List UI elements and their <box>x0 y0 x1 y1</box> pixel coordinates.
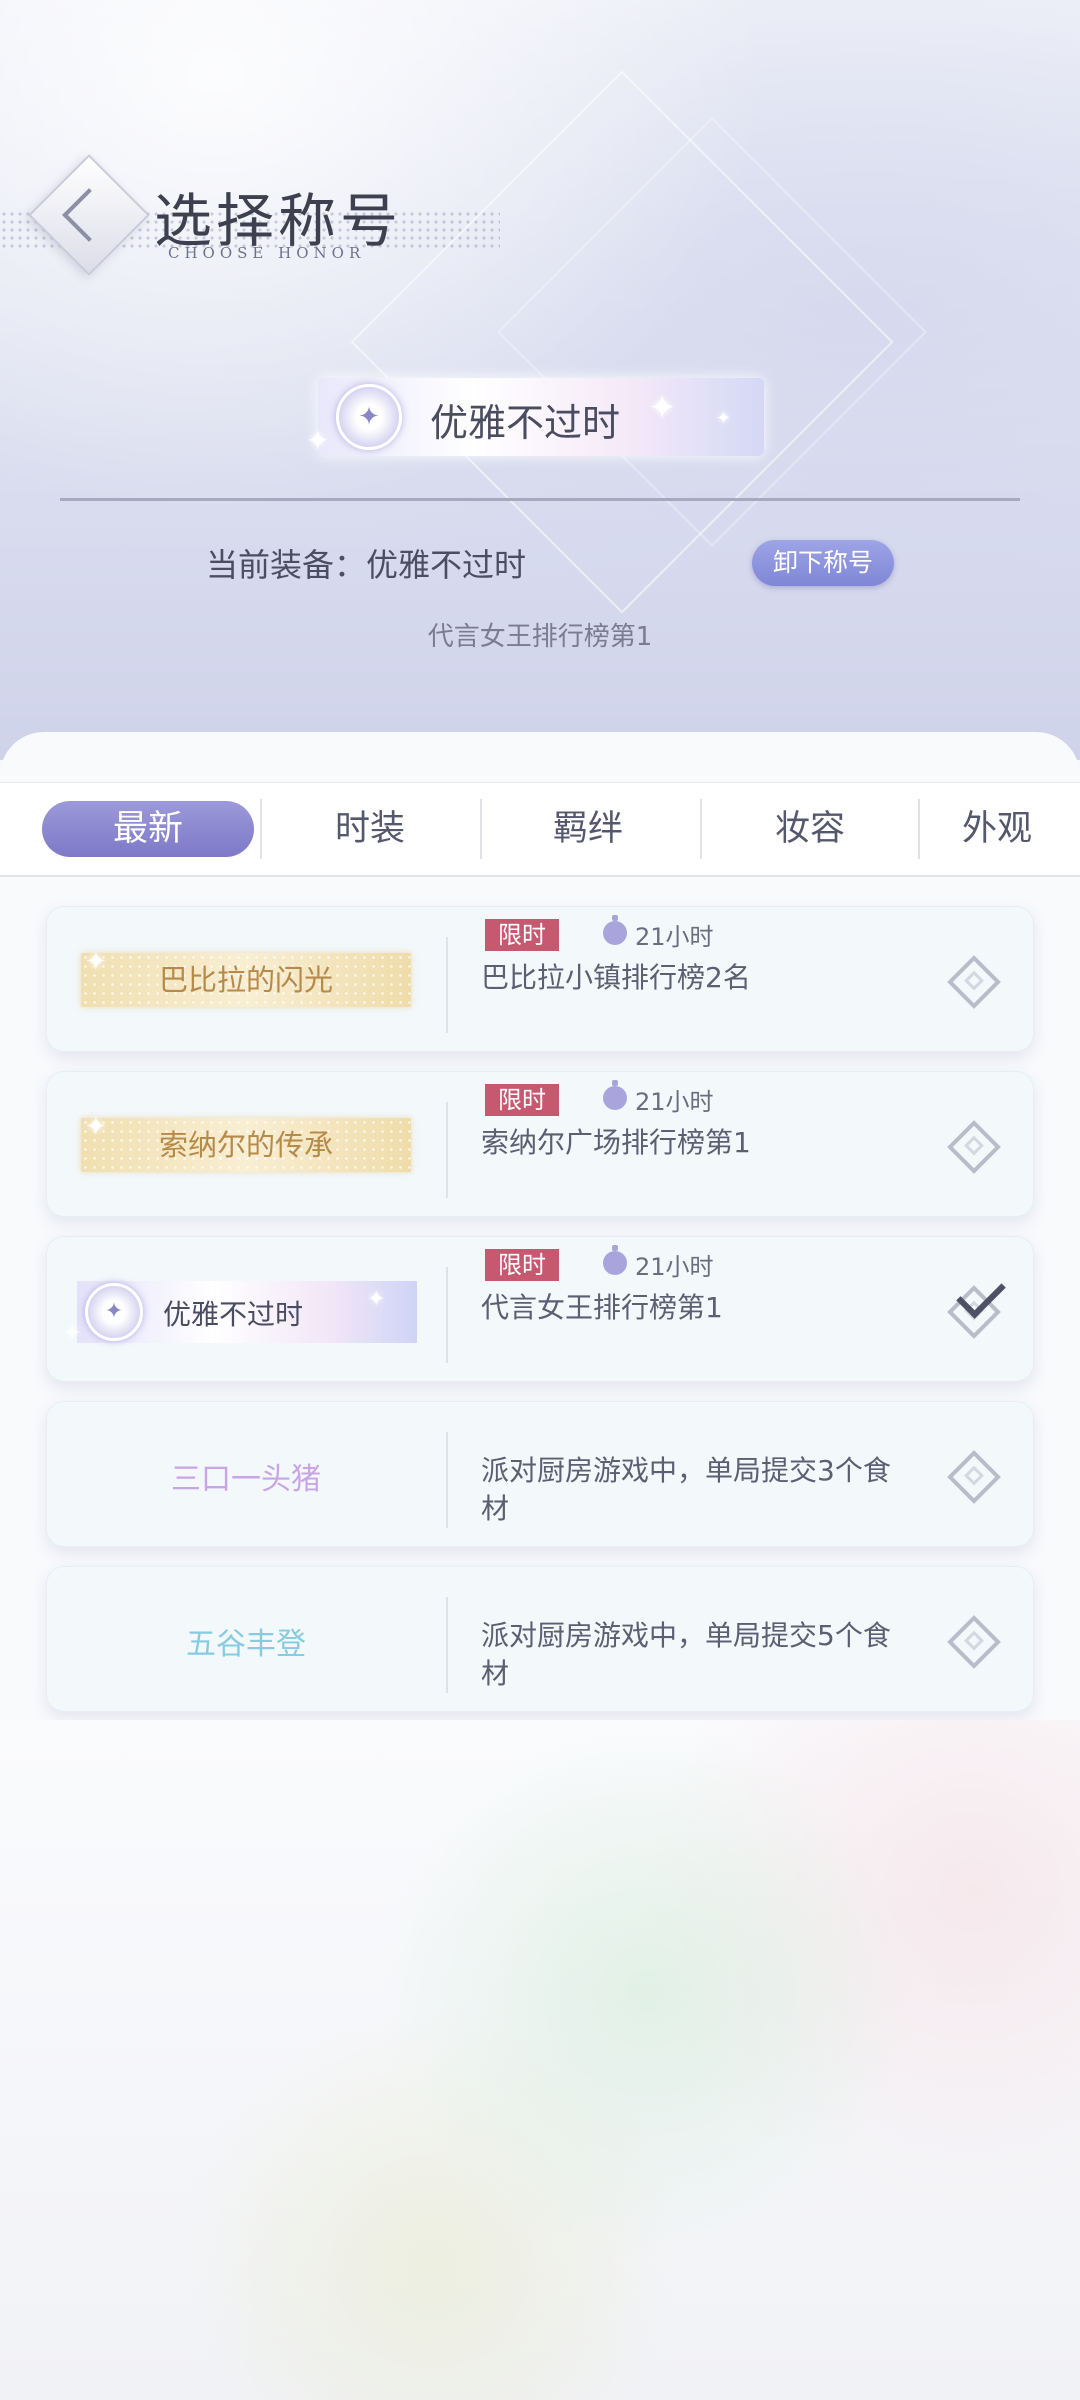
limited-tag: 限时 <box>485 1249 559 1281</box>
title-badge-gold: ✦ 索纳尔的传承 <box>81 1112 411 1172</box>
title-badge-purple: ✦ ✦ ✦ 优雅不过时 <box>63 1281 417 1346</box>
current-title-badge: ✦ ✦ ✦ ✦ 优雅不过时 <box>306 378 764 457</box>
back-diamond-icon[interactable] <box>28 154 150 276</box>
tab-bond[interactable]: 羁绊 <box>488 801 688 857</box>
card-divider <box>446 1432 448 1528</box>
card-divider <box>446 937 448 1033</box>
tab-makeup[interactable]: 妆容 <box>710 801 910 857</box>
tab-latest[interactable]: 最新 <box>42 801 254 857</box>
tab-separator <box>480 799 482 859</box>
diamond-select-icon[interactable] <box>947 1615 1001 1669</box>
diamond-select-icon[interactable] <box>947 1120 1001 1174</box>
current-title-text: 优雅不过时 <box>430 401 621 445</box>
ballet-emblem-icon: ✦ <box>336 384 402 450</box>
timer-text: 21小时 <box>635 1253 714 1281</box>
limited-tag: 限时 <box>485 919 559 951</box>
title-card[interactable]: 五谷丰登 派对厨房游戏中，单局提交5个食材 <box>46 1566 1034 1712</box>
equipped-description: 代言女王排行榜第1 <box>427 622 653 652</box>
bottom-background <box>0 1720 1080 2400</box>
title-name: 三口一头猪 <box>171 1462 321 1497</box>
ballet-emblem-icon: ✦ <box>85 1283 143 1341</box>
equipped-label: 当前装备：优雅不过时 <box>206 546 527 584</box>
title-badge-gold: ✦ 巴比拉的闪光 <box>81 947 411 1007</box>
unlock-condition: 巴比拉小镇排行榜2名 <box>481 961 751 994</box>
category-tabs: 最新 时装 羁绊 妆容 外观 <box>0 782 1080 877</box>
unlock-condition: 索纳尔广场排行榜第1 <box>481 1126 751 1159</box>
tab-separator <box>700 799 702 859</box>
unlock-condition: 代言女王排行榜第1 <box>481 1291 723 1324</box>
card-divider <box>446 1102 448 1198</box>
stopwatch-icon <box>603 1245 627 1275</box>
sparkle-icon: ✦ <box>648 388 677 428</box>
title-card[interactable]: ✦ 索纳尔的传承 限时 21小时 索纳尔广场排行榜第1 <box>46 1071 1034 1217</box>
card-divider <box>446 1267 448 1363</box>
unlock-condition: 派对厨房游戏中，单局提交3个食材 <box>481 1454 891 1525</box>
sparkle-icon: ✦ <box>63 1321 82 1346</box>
title-card[interactable]: 三口一头猪 派对厨房游戏中，单局提交3个食材 <box>46 1401 1034 1547</box>
diamond-select-icon[interactable] <box>947 1450 1001 1504</box>
tab-separator <box>918 799 920 859</box>
stopwatch-icon <box>603 1080 627 1110</box>
title-name: 五谷丰登 <box>186 1627 306 1662</box>
sparkle-icon: ✦ <box>367 1287 386 1312</box>
unlock-condition: 派对厨房游戏中，单局提交5个食材 <box>481 1619 891 1690</box>
title-name: 优雅不过时 <box>163 1298 304 1331</box>
title-name: 索纳尔的传承 <box>158 1128 333 1162</box>
title-card[interactable]: ✦ 巴比拉的闪光 限时 21小时 巴比拉小镇排行榜2名 <box>46 906 1034 1052</box>
card-divider <box>446 1597 448 1693</box>
sparkle-icon: ✦ <box>306 424 330 457</box>
tab-fashion[interactable]: 时装 <box>270 801 470 857</box>
sparkle-icon: ✦ <box>716 408 732 429</box>
title-card-equipped[interactable]: ✦ ✦ ✦ 优雅不过时 限时 21小时 代言女王排行榜第1 <box>46 1236 1034 1382</box>
tab-appearance[interactable]: 外观 <box>962 801 1080 857</box>
tab-separator <box>260 799 262 859</box>
limited-tag: 限时 <box>485 1084 559 1116</box>
timer-text: 21小时 <box>635 1088 714 1116</box>
page-subtitle: CHOOSE HONOR <box>168 244 366 262</box>
diamond-select-icon[interactable] <box>947 955 1001 1009</box>
unequip-button[interactable]: 卸下称号 <box>752 540 894 586</box>
page-header: 选择称号 CHOOSE HONOR <box>0 154 510 276</box>
timer-text: 21小时 <box>635 923 714 951</box>
divider <box>60 498 1020 501</box>
title-name: 巴比拉的闪光 <box>158 963 333 997</box>
stopwatch-icon <box>603 915 627 945</box>
